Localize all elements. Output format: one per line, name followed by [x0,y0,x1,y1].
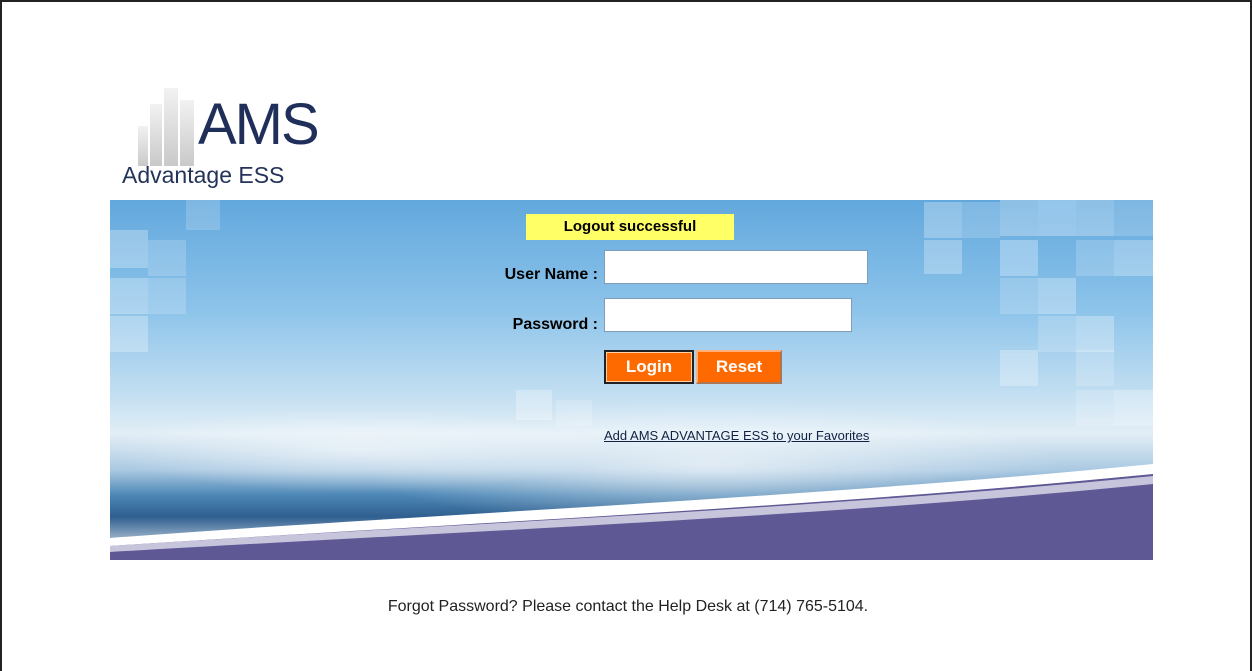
logo-title: AMS [198,92,320,157]
decor-square [556,400,592,426]
ams-logo: AMS Advantage ESS [120,74,360,196]
decor-square [1000,278,1038,314]
decor-square [1114,240,1153,276]
decor-square [516,390,552,420]
username-input[interactable] [604,250,868,284]
logo-building-2 [150,104,162,166]
decor-square [924,202,962,238]
decor-square [1000,350,1038,386]
decor-square [1076,200,1114,236]
logo-building-4 [180,100,194,166]
decor-square [1076,350,1114,386]
status-message: Logout successful [526,214,734,240]
decor-square [962,202,1000,238]
add-favorites-link[interactable]: Add AMS ADVANTAGE ESS to your Favorites [604,428,869,443]
decor-square [1038,278,1076,314]
decor-square [1038,316,1076,352]
username-label: User Name : [504,266,598,283]
reset-button[interactable]: Reset [696,350,782,384]
decor-square [110,278,148,314]
password-label: Password : [512,316,598,333]
decor-square [1076,390,1114,426]
decor-square [924,240,962,274]
decor-square [110,230,148,268]
logo-building-3 [164,88,178,166]
decor-square [1114,390,1153,426]
logo-subtitle: Advantage ESS [122,162,285,188]
password-input[interactable] [604,298,852,332]
help-desk-text: Forgot Password? Please contact the Help… [387,598,869,615]
decor-square [148,278,186,314]
decor-square [148,240,186,276]
decor-square [1000,200,1038,236]
logo-building-1 [138,126,148,166]
decor-square [110,316,148,352]
decor-square [1076,316,1114,352]
decor-square [1000,240,1038,276]
decor-square [1038,200,1076,236]
login-banner: Logout successful User Name : Password :… [110,200,1153,560]
decor-square [1076,240,1114,276]
decor-square [186,200,220,230]
banner-swoosh [110,464,1153,560]
page-frame: AMS Advantage ESS Logout successful User… [0,0,1252,671]
decor-square [1114,200,1153,236]
login-button[interactable]: Login [604,350,694,384]
